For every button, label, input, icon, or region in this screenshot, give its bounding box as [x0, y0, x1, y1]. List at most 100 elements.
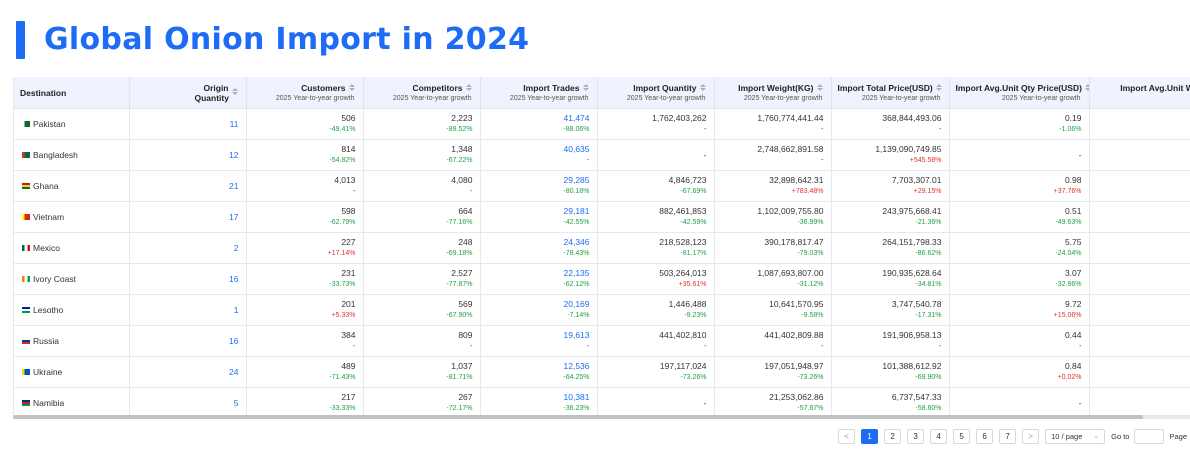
destination-name: Ivory Coast: [33, 274, 76, 284]
metric-cell[interactable]: 20,169 -7.14%: [480, 294, 598, 326]
metric-cell: 1,139,090,749.85 +545.58%: [831, 139, 950, 171]
column-header[interactable]: Customers 2025 Year-to-year growth: [246, 77, 364, 109]
origin-quantity-cell[interactable]: 17: [129, 201, 247, 233]
origin-quantity-cell[interactable]: 16: [129, 263, 247, 295]
page-button-4[interactable]: 4: [930, 428, 948, 444]
goto-page-input[interactable]: [1134, 428, 1165, 444]
metric-cell: 1,037 -81.71%: [363, 356, 481, 388]
metric-value: 1,037: [451, 361, 473, 371]
metric-cell: 1,446,488 -9.23%: [597, 294, 715, 326]
country-flag-icon: [22, 368, 30, 375]
country-flag-icon: [22, 182, 30, 189]
metric-cell: 0.98 +37.76%: [949, 170, 1090, 202]
column-label: Import Total Price(USD): [837, 83, 933, 93]
column-header[interactable]: Import Trades 2025 Year-to-year growth: [480, 77, 598, 109]
growth-value: -: [939, 126, 942, 133]
metric-value[interactable]: 41,474: [487, 113, 590, 124]
origin-quantity-cell[interactable]: 1: [129, 294, 247, 326]
origin-quantity-cell[interactable]: 24: [129, 356, 247, 388]
page-button-2[interactable]: 2: [884, 428, 902, 444]
metric-value[interactable]: 10,381: [487, 392, 590, 403]
data-table-container[interactable]: Destination Origin Quantity Customers 2025 …: [13, 77, 1190, 415]
metric-cell[interactable]: 10,381 -36.23%: [480, 387, 598, 415]
next-page-button[interactable]: >: [1022, 428, 1040, 444]
growth-value: -80.18%: [563, 188, 590, 195]
metric-cell: 2,527 -77.87%: [363, 263, 481, 295]
metric-value: 1,348: [451, 144, 473, 154]
sort-icon[interactable]: [348, 84, 355, 92]
destination-name: Russia: [33, 336, 59, 346]
metric-cell: 6,737,547.33 -58.60%: [831, 387, 950, 415]
column-header[interactable]: Competitors 2025 Year-to-year growth: [363, 77, 481, 109]
origin-quantity-cell[interactable]: 11: [129, 108, 247, 140]
growth-value: -49.63%: [1055, 219, 1082, 226]
metric-value: 3.07: [1064, 268, 1082, 278]
column-header[interactable]: Import Total Price(USD) 2025 Year-to-year…: [831, 77, 950, 109]
column-label: Import Avg.Unit Wgt Pri: [1120, 83, 1190, 93]
metric-value: 0.19: [1064, 113, 1082, 123]
metric-cell[interactable]: 19,613 -: [480, 325, 598, 357]
metric-cell[interactable]: 29,181 -42.55%: [480, 201, 598, 233]
page-button-6[interactable]: 6: [976, 428, 994, 444]
metric-cell: [1089, 108, 1190, 140]
metric-value[interactable]: 20,169: [487, 299, 590, 310]
sort-icon[interactable]: [582, 84, 589, 92]
metric-cell[interactable]: 40,635 -: [480, 139, 598, 171]
metric-cell: 32,898,642.31 +783.48%: [714, 170, 832, 202]
column-header[interactable]: Import Quantity 2025 Year-to-year growth: [597, 77, 715, 109]
growth-value: -32.86%: [1055, 281, 1082, 288]
metric-value[interactable]: 29,181: [487, 206, 590, 217]
metric-value[interactable]: 12,536: [487, 361, 590, 372]
metric-value: 2,748,662,891.58: [757, 144, 824, 154]
metric-cell: 7,703,307.01 +29.15%: [831, 170, 950, 202]
metric-cell[interactable]: 29,285 -80.18%: [480, 170, 598, 202]
origin-quantity-cell[interactable]: 2: [129, 232, 247, 264]
table-row: Bangladesh 12 814 -54.82% 1,348 -67.22% 40,635…: [14, 139, 1190, 171]
metric-value: 1,446,488: [668, 299, 707, 309]
growth-value: -42.59%: [680, 219, 707, 226]
table-body: Pakistan 11 506 -49.41% 2,223 -89.52% 41,474 -8…: [14, 108, 1190, 415]
origin-quantity-cell[interactable]: 5: [129, 387, 247, 415]
sort-icon[interactable]: [465, 84, 472, 92]
page-button-5[interactable]: 5: [953, 428, 971, 444]
metric-cell: 809 -: [363, 325, 481, 357]
metric-cell: 1,762,403,262 -: [597, 108, 715, 140]
origin-quantity-cell[interactable]: 12: [129, 139, 247, 171]
page-button-7[interactable]: 7: [999, 428, 1017, 444]
column-header[interactable]: Import Avg.Unit Wgt Pri 2025 Y: [1089, 77, 1190, 109]
metric-value[interactable]: 22,135: [487, 268, 590, 279]
page-button-1[interactable]: 1: [861, 428, 879, 444]
page-title: Global Onion Import in 2024: [44, 22, 530, 57]
metric-value[interactable]: 24,346: [487, 237, 590, 248]
growth-value: -1.06%: [1059, 126, 1082, 133]
sort-icon[interactable]: [231, 88, 238, 95]
growth-value: -34.81%: [915, 281, 942, 288]
growth-value: -67.22%: [446, 157, 473, 164]
metric-cell: 264,151,798.33 -86.62%: [831, 232, 950, 264]
country-flag-icon: [22, 120, 30, 127]
metric-cell[interactable]: 22,135 -62.12%: [480, 263, 598, 295]
page-size-select[interactable]: 10 / page ⌄: [1045, 428, 1106, 444]
page-button-3[interactable]: 3: [907, 428, 925, 444]
column-header[interactable]: Import Weight(KG) 2025 Year-to-year growt…: [714, 77, 832, 109]
metric-cell[interactable]: 24,346 -78.43%: [480, 232, 598, 264]
sort-icon[interactable]: [816, 84, 823, 92]
metric-cell[interactable]: 12,536 -64.25%: [480, 356, 598, 388]
growth-value: -64.25%: [563, 374, 590, 381]
column-header[interactable]: Import Avg.Unit Qty Price(USD) 2025 Year-…: [949, 77, 1090, 109]
metric-value[interactable]: 19,613: [487, 330, 590, 341]
sort-icon[interactable]: [699, 84, 706, 92]
metric-cell[interactable]: 41,474 -88.06%: [480, 108, 598, 140]
metric-value[interactable]: 40,635: [487, 144, 590, 155]
column-header[interactable]: Origin Quantity: [129, 77, 247, 109]
horizontal-scrollbar[interactable]: [13, 415, 1190, 419]
sort-icon[interactable]: [935, 84, 942, 92]
prev-page-button[interactable]: <: [838, 428, 856, 444]
metric-cell: 2,748,662,891.58 -: [714, 139, 832, 171]
scrollbar-thumb[interactable]: [13, 415, 1143, 419]
origin-quantity-cell[interactable]: 16: [129, 325, 247, 357]
destination-cell: Ukraine: [14, 356, 130, 388]
origin-quantity-cell[interactable]: 21: [129, 170, 247, 202]
metric-value[interactable]: 29,285: [487, 175, 590, 186]
metric-cell: 243,975,668.41 -21.36%: [831, 201, 950, 233]
